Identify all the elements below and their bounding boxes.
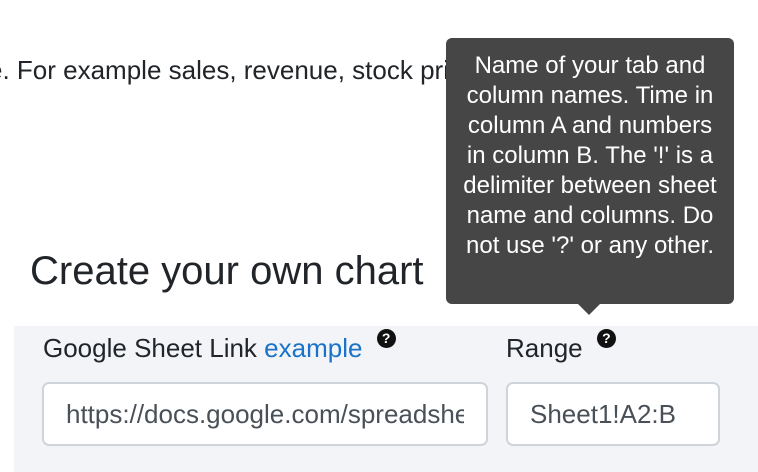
range-label-text: Range [506, 333, 583, 363]
range-input[interactable] [506, 382, 720, 446]
example-link[interactable]: example [264, 333, 362, 363]
range-label: Range ? [506, 329, 616, 365]
question-circle-icon[interactable]: ? [376, 329, 396, 348]
tooltip-arrow [578, 304, 600, 315]
sheet-link-label: Google Sheet Link example ? [43, 329, 396, 365]
intro-sentence: e. For example sales, revenue, stock pri… [0, 55, 486, 85]
section-heading: Create your own chart [30, 249, 424, 293]
range-help-tooltip: Name of your tab and column names. Time … [446, 38, 734, 304]
sheet-link-input[interactable] [42, 382, 488, 446]
question-circle-icon[interactable]: ? [596, 329, 616, 348]
tooltip-text: Name of your tab and column names. Time … [463, 52, 717, 259]
sheet-link-label-text: Google Sheet Link [43, 333, 257, 363]
